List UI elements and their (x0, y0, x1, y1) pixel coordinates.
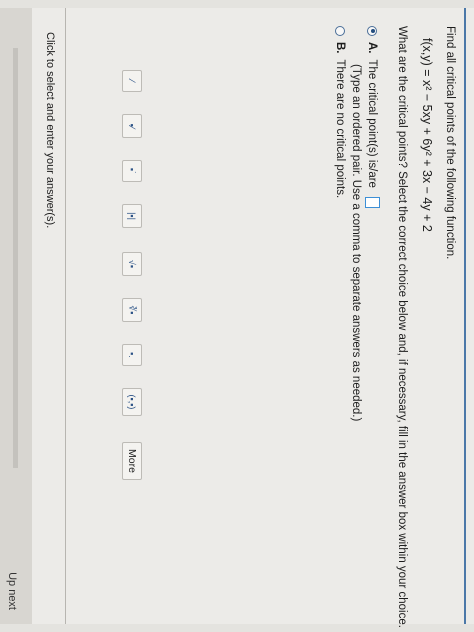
blurred-text-strip (13, 48, 18, 468)
question-title: Find all critical points of the followin… (444, 26, 456, 260)
up-next-link[interactable]: Up next (6, 572, 18, 610)
choice-a-radio[interactable] (367, 26, 378, 36)
mixed-number-tool[interactable]: ▪⁄ (122, 114, 142, 138)
choice-a-letter: A. (366, 42, 379, 54)
nth-root-tool[interactable]: ∛▪ (122, 298, 142, 322)
choice-a[interactable]: A. The critical point(s) is/are (365, 26, 380, 208)
top-rule (464, 8, 466, 624)
footer-hint: Click to select and enter your answer(s)… (44, 32, 56, 229)
absolute-value-tool[interactable]: |▪| (122, 204, 142, 228)
choice-b-letter: B. (334, 42, 346, 54)
function-expression: f(x,y) = x² − 5xy + 6y² + 3x − 4y + 2 (420, 38, 434, 232)
ordered-pair-tool[interactable]: (▪,▪) (122, 388, 142, 416)
fraction-tool[interactable]: ⁄ (122, 70, 142, 92)
math-palette: ⁄ ▪⁄ ▪˙ |▪| √▪ ∛▪ ▪. (▪,▪) More (120, 70, 144, 570)
square-root-tool[interactable]: √▪ (122, 252, 142, 276)
exponent-tool[interactable]: ▪˙ (122, 160, 142, 182)
choice-a-note: (Type an ordered pair. Use a comma to se… (350, 64, 362, 422)
choice-b-text: There are no critical points. (334, 59, 346, 199)
subscript-tool[interactable]: ▪. (122, 344, 142, 366)
question-prompt: What are the critical points? Select the… (396, 26, 408, 628)
choice-a-text: The critical point(s) is/are (366, 59, 379, 188)
more-button[interactable]: More (122, 442, 142, 480)
choice-b-radio[interactable] (335, 26, 345, 36)
footer-divider (65, 8, 66, 624)
page: Find all critical points of the followin… (0, 0, 474, 632)
choice-b[interactable]: B. There are no critical points. (334, 26, 346, 198)
question-panel: Find all critical points of the followin… (0, 8, 474, 628)
answer-input-box[interactable] (365, 196, 380, 208)
